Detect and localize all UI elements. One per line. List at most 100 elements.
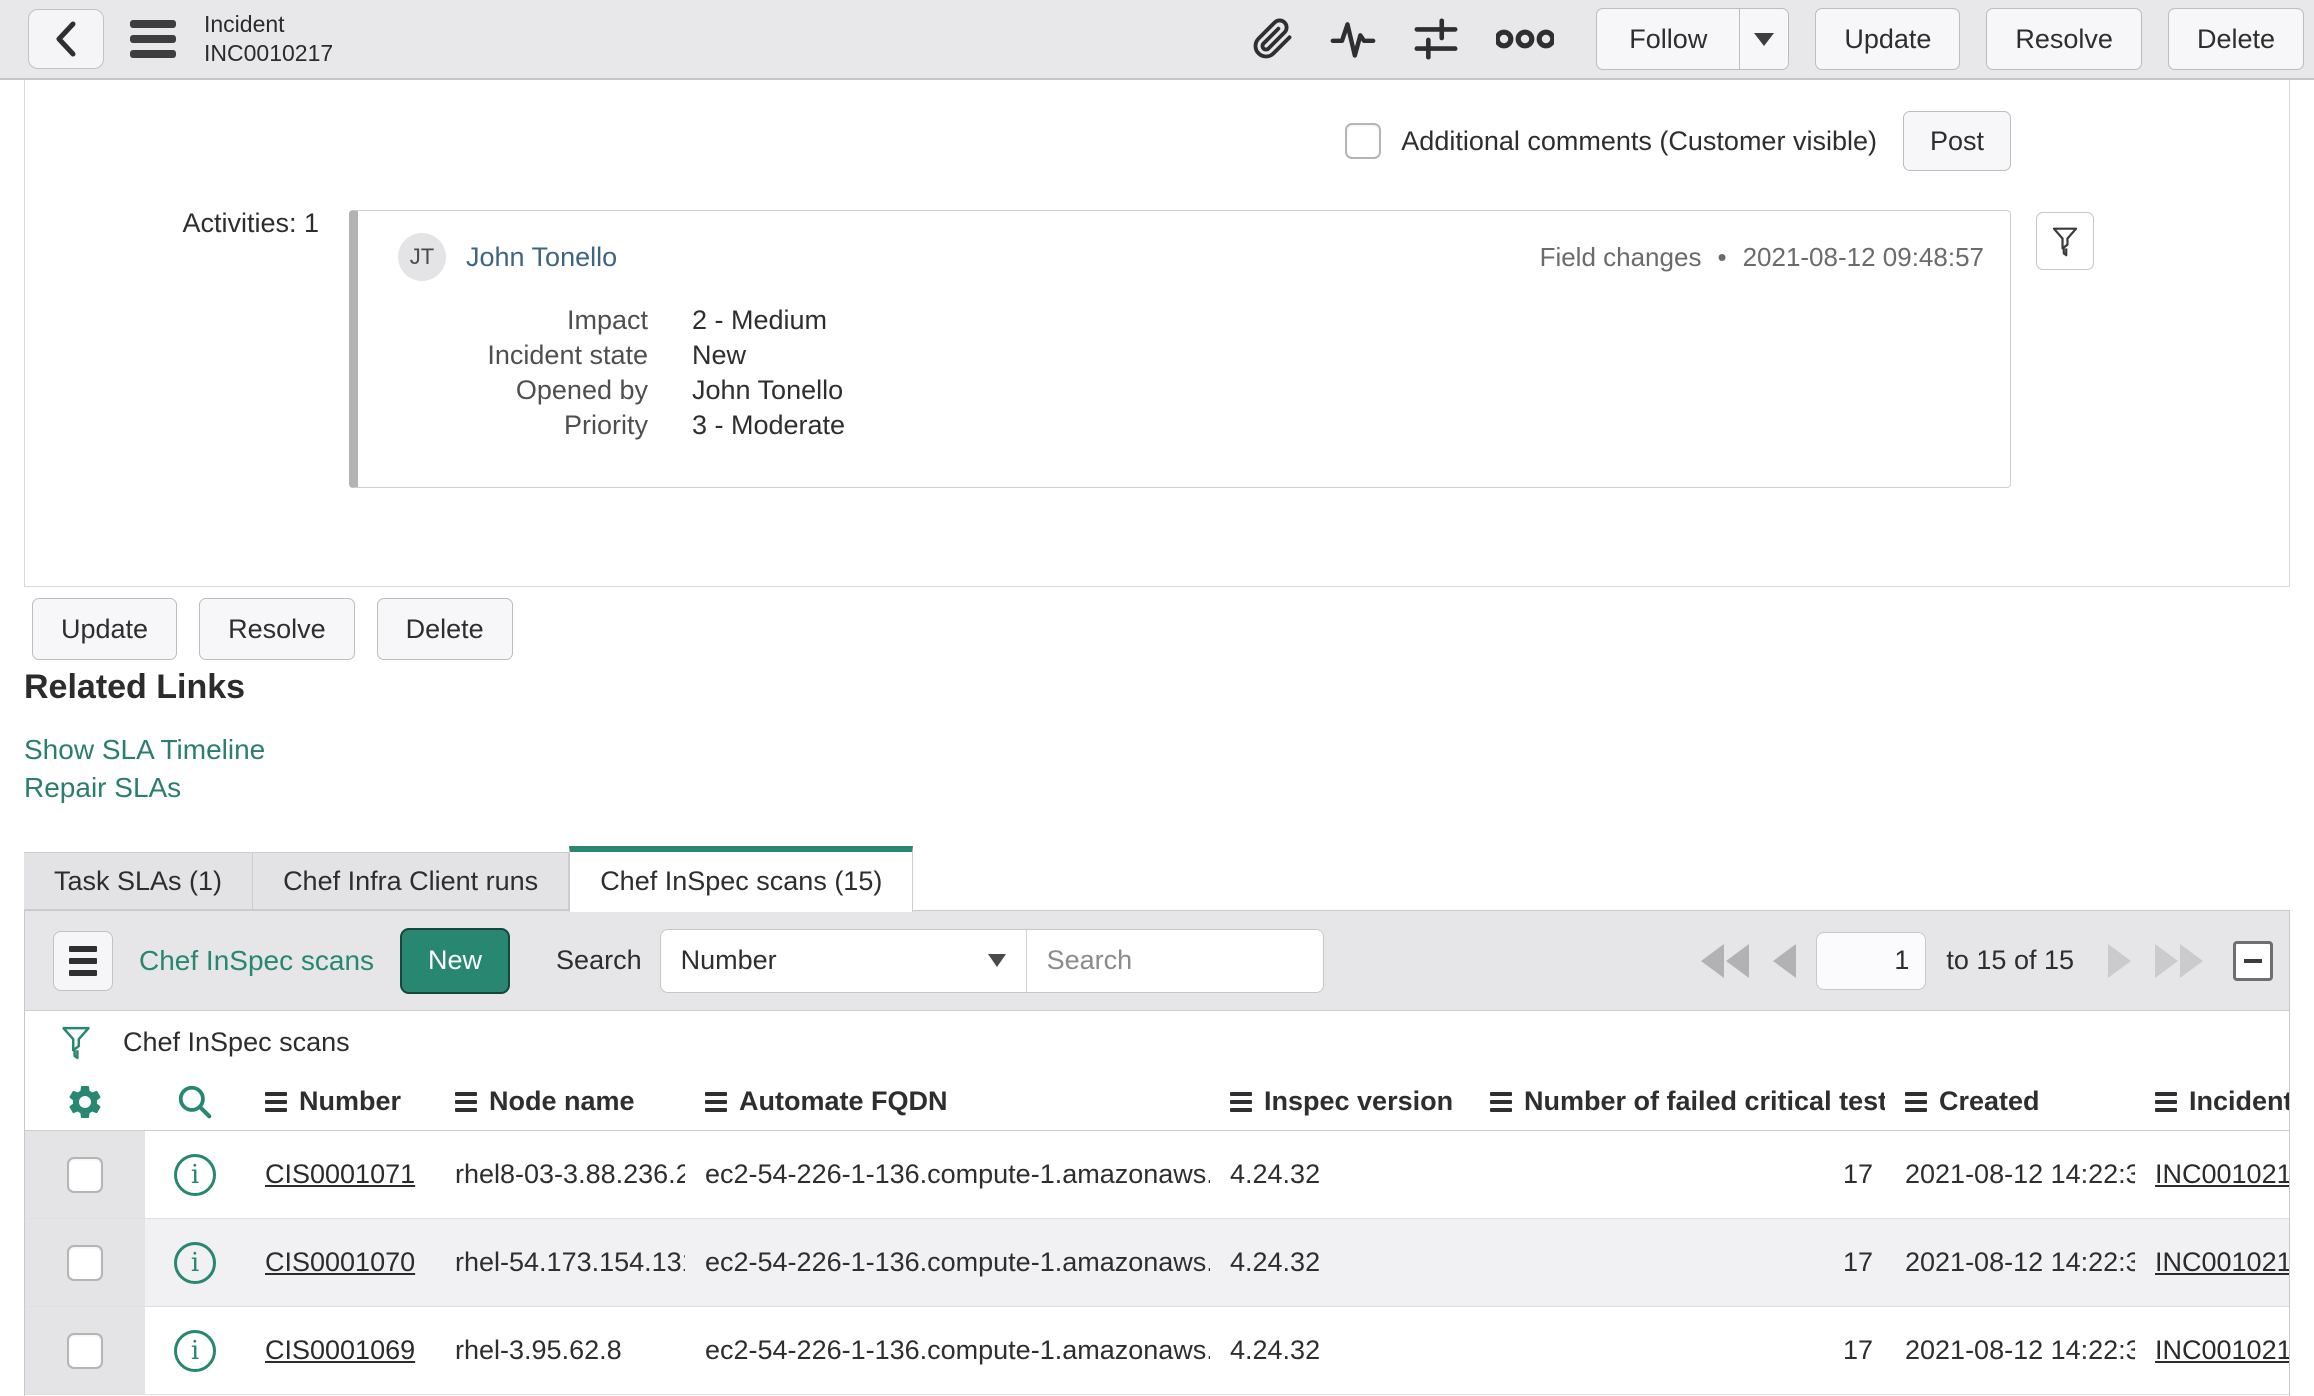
row-checkbox[interactable] [67, 1156, 103, 1193]
update-button-header[interactable]: Update [1815, 8, 1961, 70]
next-page-button[interactable] [2108, 943, 2131, 978]
incident-form-panel: Additional comments (Customer visible) P… [24, 80, 2290, 587]
first-page-button[interactable] [1701, 943, 1750, 978]
related-link[interactable]: Repair SLAs [24, 769, 265, 807]
field-change-value: 3 - Moderate [692, 410, 846, 440]
info-icon[interactable]: i [174, 1241, 216, 1284]
list-rows: i CIS0001071 rhel8-03-3.88.236.28 ec2-54… [25, 1131, 2289, 1395]
related-list-tab[interactable]: Chef InSpec scans (15) [569, 846, 914, 912]
select-caret-icon [987, 954, 1006, 967]
post-button[interactable]: Post [1902, 111, 2011, 171]
column-header[interactable]: Node name [435, 1086, 685, 1117]
column-header-label: Automate FQDN [739, 1086, 948, 1116]
scan-number-link[interactable]: CIS0001069 [265, 1335, 415, 1365]
new-record-button[interactable]: New [400, 927, 511, 994]
avatar: JT [398, 233, 446, 281]
field-change-label: Opened by [515, 375, 648, 405]
created-cell: 2021-08-12 14:22:36 [1905, 1159, 2135, 1189]
column-header[interactable]: Automate FQDN [685, 1086, 1210, 1117]
related-links-title: Related Links [24, 668, 246, 706]
column-menu-icon[interactable] [2155, 1091, 2177, 1112]
column-header-label: Inspec version [1264, 1086, 1454, 1116]
column-header-label: Number of failed critical tests [1524, 1086, 1885, 1116]
column-menu-icon[interactable] [1905, 1091, 1927, 1112]
personalize-sliders-icon[interactable] [1412, 16, 1460, 62]
field-change-label: Priority [563, 410, 648, 440]
activity-filter-button[interactable] [2036, 212, 2094, 270]
row-checkbox[interactable] [67, 1244, 103, 1281]
column-menu-icon[interactable] [455, 1091, 477, 1112]
context-menu-icon[interactable] [130, 20, 176, 58]
failed-critical-tests-cell: 17 [1842, 1335, 1873, 1365]
minus-icon [2244, 958, 2262, 963]
chevron-left-icon [56, 21, 76, 57]
related-link[interactable]: Show SLA Timeline [24, 731, 265, 769]
related-links-section: Related Links Show SLA Timeline Repair S… [24, 668, 265, 807]
inspec-version-cell: 4.24.32 [1230, 1247, 1321, 1277]
last-page-button[interactable] [2155, 943, 2203, 978]
field-change-row: Priority 3 - Moderate [398, 408, 1984, 443]
form-footer-buttons: Update Resolve Delete [32, 598, 513, 660]
filter-funnel-icon[interactable] [59, 1024, 93, 1060]
related-list-tab[interactable]: Chef Infra Client runs [253, 852, 570, 910]
list-search-cell [145, 1083, 245, 1121]
node-name-cell: rhel-3.95.62.8 [455, 1335, 622, 1365]
more-options-icon[interactable] [1496, 27, 1555, 51]
scan-number-link[interactable]: CIS0001070 [265, 1247, 415, 1277]
comments-checkbox-label: Additional comments (Customer visible) [1401, 125, 1877, 156]
gear-icon[interactable] [65, 1082, 105, 1122]
created-cell: 2021-08-12 14:22:35 [1905, 1247, 2135, 1277]
incident-link[interactable]: INC0010217 [2155, 1159, 2289, 1189]
customer-visible-checkbox[interactable] [1345, 123, 1382, 159]
column-header[interactable]: Number of failed critical tests [1470, 1086, 1885, 1117]
info-icon[interactable]: i [174, 1329, 216, 1372]
column-header[interactable]: Incident [2135, 1086, 2289, 1117]
incident-link[interactable]: INC0010217 [2155, 1335, 2289, 1365]
page-number-input[interactable] [1816, 931, 1927, 990]
field-change-row: Opened by John Tonello [398, 373, 1984, 408]
list-context-menu-button[interactable] [53, 930, 113, 991]
info-icon[interactable]: i [174, 1153, 216, 1196]
failed-critical-tests-cell: 17 [1842, 1159, 1873, 1189]
row-select-cell [25, 1219, 145, 1306]
list-title[interactable]: Chef InSpec scans [139, 945, 374, 977]
scan-number-link[interactable]: CIS0001071 [265, 1159, 415, 1189]
failed-critical-tests-cell: 17 [1842, 1247, 1873, 1277]
incident-link[interactable]: INC0010217 [2155, 1247, 2289, 1277]
previous-page-button[interactable] [1773, 943, 1797, 978]
activity-meta-separator: • [1717, 241, 1727, 272]
column-menu-icon[interactable] [705, 1091, 727, 1112]
resolve-button-header[interactable]: Resolve [1986, 8, 2142, 70]
search-icon[interactable] [176, 1083, 214, 1121]
back-button[interactable] [28, 9, 104, 69]
list-header-row: Number Node name Automate FQDN Inspec ve… [25, 1073, 2289, 1131]
search-field-select[interactable]: Number [661, 929, 1027, 992]
record-title: Incident INC0010217 [204, 10, 333, 68]
column-menu-icon[interactable] [1230, 1091, 1252, 1112]
row-checkbox[interactable] [67, 1332, 103, 1369]
list-search-input[interactable] [1026, 929, 1323, 992]
attachment-icon[interactable] [1252, 16, 1294, 62]
column-header[interactable]: Inspec version [1210, 1086, 1470, 1117]
follow-dropdown-button[interactable] [1739, 8, 1790, 70]
form-footer-button[interactable]: Resolve [199, 598, 355, 660]
activity-change-type: Field changes [1539, 241, 1702, 272]
form-footer-button[interactable]: Update [32, 598, 178, 660]
inspec-version-cell: 4.24.32 [1230, 1335, 1321, 1365]
activity-stream-icon[interactable] [1330, 17, 1376, 61]
activity-author[interactable]: John Tonello [466, 242, 617, 273]
column-header[interactable]: Created [1885, 1086, 2135, 1117]
related-list-tab[interactable]: Task SLAs (1) [24, 852, 254, 910]
field-change-value: New [692, 340, 747, 370]
column-menu-icon[interactable] [1490, 1091, 1512, 1112]
form-footer-button[interactable]: Delete [376, 598, 513, 660]
delete-button-header[interactable]: Delete [2167, 8, 2304, 70]
follow-button[interactable]: Follow [1596, 8, 1740, 70]
column-menu-icon[interactable] [265, 1091, 287, 1112]
column-header[interactable]: Number [245, 1086, 435, 1117]
created-cell: 2021-08-12 14:22:32 [1905, 1335, 2135, 1365]
filter-breadcrumb[interactable]: Chef InSpec scans [123, 1027, 350, 1058]
collapse-list-button[interactable] [2233, 940, 2273, 981]
funnel-icon [2052, 227, 2078, 257]
table-row: i CIS0001070 rhel-54.173.154.131 ec2-54-… [25, 1219, 2289, 1307]
